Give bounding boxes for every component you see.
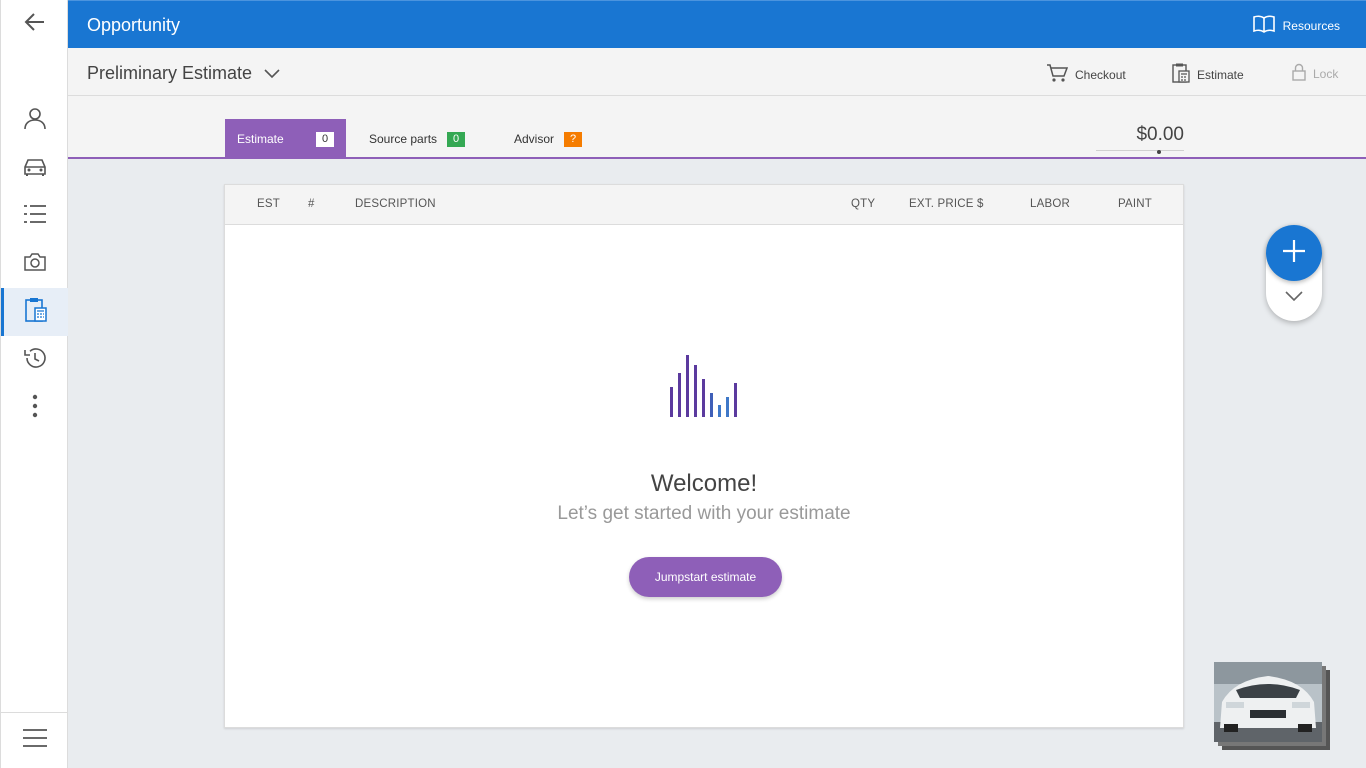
status-badge: ? [564,131,583,147]
tab-source-parts[interactable]: Source parts 0 [357,119,477,159]
plus-icon [1282,239,1306,268]
estimate-toolbar: Preliminary Estimate Checkout Estimate L… [68,48,1366,96]
checkout-button[interactable]: Checkout [1046,63,1126,86]
column-header-ext-price[interactable]: EXT. PRICE $ [909,198,984,210]
clipboard-calculator-icon [1172,63,1190,86]
estimate-action-label: Estimate [1197,67,1244,82]
tab-label: Advisor [514,132,555,146]
estimate-title: Preliminary Estimate [87,63,253,83]
welcome-heading: Welcome! [650,470,758,497]
column-header-labor[interactable]: LABOR [1030,198,1070,210]
count-badge: 0 [447,131,466,147]
app-header: Opportunity Resources [68,0,1366,48]
total-underline [1096,150,1184,151]
column-header-est[interactable]: EST [257,198,280,210]
page-title: Opportunity [87,15,181,35]
checkout-label: Checkout [1075,67,1126,82]
column-header-paint[interactable]: PAINT [1118,198,1152,210]
floating-action-group [1266,225,1322,321]
chevron-down-icon [1282,290,1306,307]
expand-button[interactable] [1282,289,1306,308]
more-button[interactable] [1,384,68,432]
car-icon [22,155,48,182]
back-button[interactable] [1,0,68,48]
estimate-clipboard-icon [24,297,48,328]
table-header: EST # DESCRIPTION QTY EXT. PRICE $ LABOR… [225,185,1183,225]
estimate-total: $0.00 [1136,124,1184,145]
tab-advisor[interactable]: Advisor ? [502,119,594,159]
vehicle-nav[interactable] [1,144,68,192]
estimate-selector[interactable]: Preliminary Estimate [87,63,280,84]
lock-button[interactable]: Lock [1292,63,1338,84]
history-nav[interactable] [1,336,68,384]
estimate-action-button[interactable]: Estimate [1172,63,1244,86]
add-button[interactable] [1266,225,1322,281]
estimate-nav[interactable] [1,288,68,336]
vehicle-photo-thumbnail[interactable] [1214,662,1322,742]
more-vertical-icon [32,394,38,423]
welcome-subheading: Let’s get started with your estimate [557,503,851,524]
back-arrow-icon [24,11,46,38]
lock-label: Lock [1313,66,1339,81]
history-icon [23,346,47,375]
customer-nav[interactable] [1,96,68,144]
menu-icon [22,728,48,753]
resources-button[interactable]: Resources [1252,15,1340,36]
column-header-qty[interactable]: QTY [851,198,875,210]
bar-graphic-logo [670,355,740,422]
cart-icon [1046,63,1069,86]
lock-icon [1292,63,1306,84]
book-icon [1252,15,1275,36]
list-icon [23,203,47,230]
list-nav[interactable] [1,192,68,240]
left-rail [0,0,68,768]
estimate-table-panel: EST # DESCRIPTION QTY EXT. PRICE $ LABOR… [224,184,1184,728]
tab-estimate[interactable]: Estimate 0 [225,119,346,159]
person-icon [23,106,47,135]
tab-label: Source parts [369,132,438,146]
main-menu-button[interactable] [1,712,68,768]
count-badge: 0 [316,131,334,147]
column-header-description[interactable]: DESCRIPTION [355,198,436,210]
estimate-tabs: Estimate 0 Source parts 0 Advisor ? $0.0… [68,96,1366,159]
total-indicator-dot [1157,150,1161,154]
jumpstart-estimate-button[interactable]: Jumpstart estimate [629,557,782,597]
column-header-number[interactable]: # [308,198,315,210]
camera-icon [23,252,47,277]
chevron-down-icon [264,63,280,84]
tab-label: Estimate [237,132,284,146]
photos-nav[interactable] [1,240,68,288]
resources-label: Resources [1282,18,1340,33]
